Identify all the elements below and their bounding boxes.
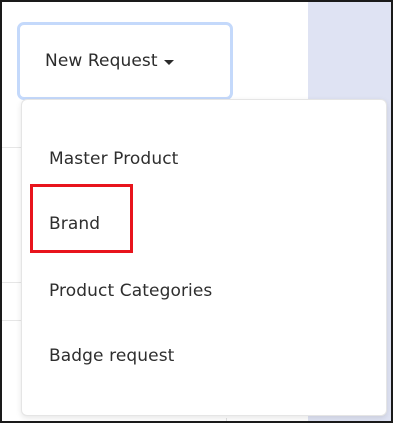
- menu-item-product-categories[interactable]: Product Categories: [49, 280, 212, 302]
- caret-down-icon: [163, 59, 174, 65]
- new-request-label: New Request: [45, 51, 158, 71]
- new-request-dropdown-button[interactable]: New Request: [17, 22, 233, 100]
- background-divider: [226, 418, 227, 423]
- new-request-dropdown-menu: Master Product Brand Product Categories …: [21, 99, 387, 416]
- menu-item-badge-request[interactable]: Badge request: [49, 345, 174, 367]
- menu-item-brand[interactable]: Brand: [49, 213, 100, 235]
- menu-item-master-product[interactable]: Master Product: [49, 148, 178, 170]
